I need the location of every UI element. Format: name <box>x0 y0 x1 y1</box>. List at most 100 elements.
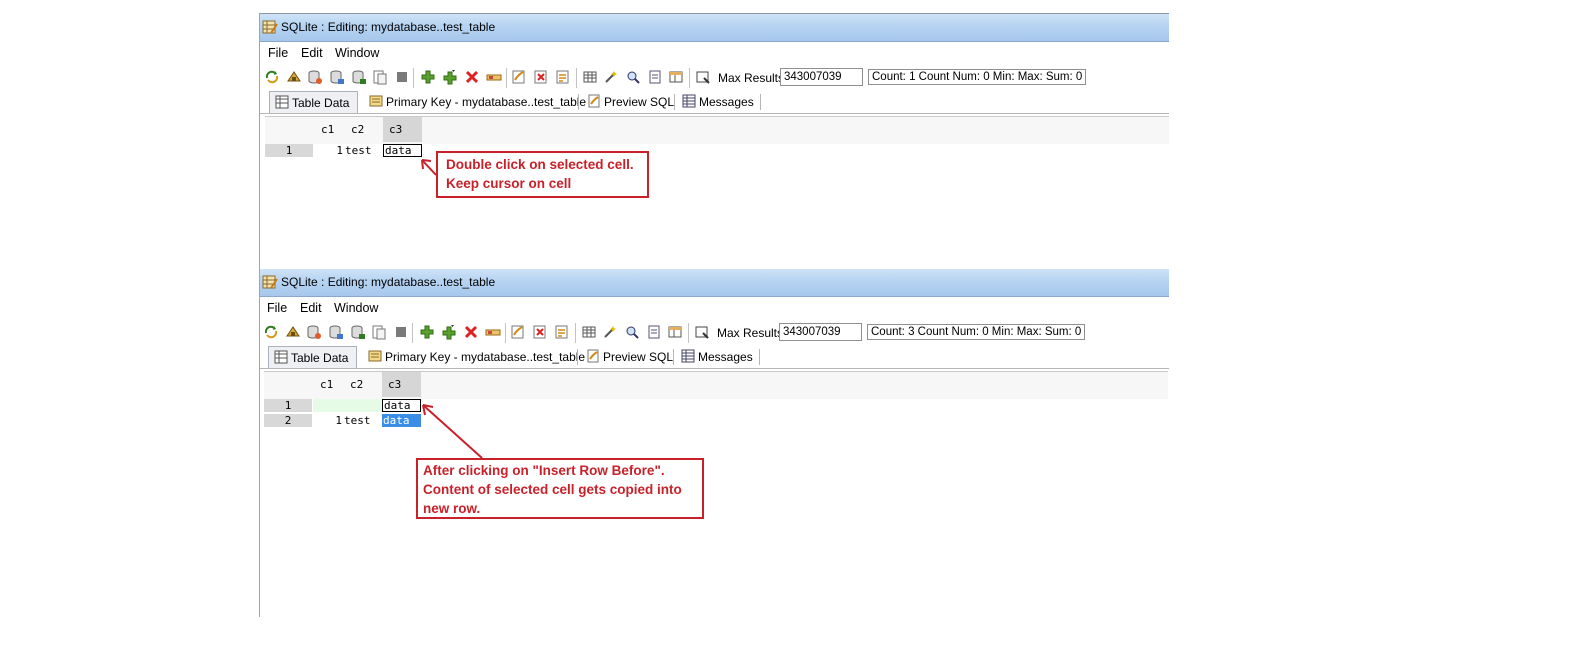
window-titlebar[interactable]: SQLite : Editing: mydatabase..test_table <box>260 269 1169 297</box>
cell-c2[interactable]: test <box>343 414 382 427</box>
stop-icon[interactable] <box>394 69 410 85</box>
menu-bar: File Edit Window <box>260 44 1169 64</box>
reload-icon[interactable] <box>285 324 301 340</box>
count-status: Count: 3 Count Num: 0 Min: Max: Sum: 0 <box>867 324 1086 340</box>
sort-icon[interactable] <box>533 69 549 85</box>
layout-icon[interactable] <box>667 324 683 340</box>
db-connect-icon[interactable] <box>307 69 323 85</box>
table-icon <box>275 95 289 109</box>
options-icon[interactable] <box>695 69 711 85</box>
delete-row-icon[interactable] <box>463 324 479 340</box>
db-save-icon[interactable] <box>351 69 367 85</box>
wand-icon[interactable] <box>603 69 619 85</box>
query-icon[interactable] <box>625 69 641 85</box>
menu-edit[interactable]: Edit <box>301 46 323 60</box>
window-titlebar[interactable]: SQLite : Editing: mydatabase..test_table <box>260 14 1169 42</box>
menu-window[interactable]: Window <box>335 46 379 60</box>
tab-preview-sql[interactable]: Preview SQL <box>581 346 674 367</box>
tab-label: Primary Key - mydatabase..test_table <box>386 95 587 109</box>
cell-c2[interactable]: test <box>344 144 383 157</box>
tab-table-data[interactable]: Table Data <box>269 91 358 113</box>
menu-window[interactable]: Window <box>334 301 378 315</box>
cell-c2[interactable] <box>343 399 382 412</box>
column-header-c2[interactable]: c2 <box>345 117 383 142</box>
filter-icon[interactable] <box>511 69 527 85</box>
edit-row-icon[interactable] <box>486 69 502 85</box>
sqlite-editor-window-1: SQLite : Editing: mydatabase..test_table… <box>259 13 1169 270</box>
refresh-icon[interactable] <box>264 69 280 85</box>
editor-tabs: Table Data Primary Key - mydatabase..tes… <box>260 91 1169 114</box>
options-icon[interactable] <box>694 324 710 340</box>
tab-label: Primary Key - mydatabase..test_table <box>385 350 586 364</box>
grid-icon[interactable] <box>582 69 598 85</box>
toolbar: Max Results: Count: 3 Count Num: 0 Min: … <box>260 322 1169 344</box>
column-header-c1[interactable]: c1 <box>314 372 342 397</box>
column-header-c2[interactable]: c2 <box>344 372 382 397</box>
tab-label: Preview SQL <box>604 95 675 109</box>
tab-label: Preview SQL <box>603 350 674 364</box>
callout-insert-row-before: After clicking on "Insert Row Before". C… <box>416 458 704 519</box>
preview-sql-icon <box>587 349 599 363</box>
toolbar: Max Results: Count: 1 Count Num: 0 Min: … <box>260 67 1169 89</box>
db-disconnect-icon[interactable] <box>329 69 345 85</box>
insert-row-before-icon[interactable] <box>441 324 457 340</box>
max-results-label: Max Results: <box>718 71 788 85</box>
menu-file[interactable]: File <box>268 46 288 60</box>
max-results-input[interactable] <box>779 323 862 341</box>
form-icon[interactable] <box>647 69 663 85</box>
wand-icon[interactable] <box>602 324 618 340</box>
row-header[interactable]: 2 <box>264 414 312 427</box>
app-icon <box>262 20 278 34</box>
app-icon <box>262 275 278 289</box>
cell-c3-editing[interactable]: data <box>382 399 421 412</box>
column-header-c1[interactable]: c1 <box>315 117 343 142</box>
max-results-input[interactable] <box>780 68 863 86</box>
menu-edit[interactable]: Edit <box>300 301 322 315</box>
tab-label: Messages <box>699 95 754 109</box>
tab-messages[interactable]: Messages <box>677 91 757 112</box>
add-row-icon[interactable] <box>419 324 435 340</box>
cell-c1[interactable] <box>313 399 343 412</box>
edit-row-icon[interactable] <box>485 324 501 340</box>
cell-c3-editing[interactable]: data <box>383 144 422 157</box>
filter-icon[interactable] <box>510 324 526 340</box>
messages-icon <box>682 94 696 108</box>
cell-c3-selected[interactable]: data <box>382 414 421 427</box>
window-title: SQLite : Editing: mydatabase..test_table <box>281 20 496 34</box>
row-header[interactable]: 1 <box>265 144 313 157</box>
db-export-icon[interactable] <box>372 69 388 85</box>
db-disconnect-icon[interactable] <box>328 324 344 340</box>
column-header-c3[interactable]: c3 <box>383 117 422 142</box>
tab-messages[interactable]: Messages <box>676 346 756 367</box>
cell-c1[interactable]: 1 <box>314 144 344 157</box>
add-row-icon[interactable] <box>420 69 436 85</box>
db-connect-icon[interactable] <box>306 324 322 340</box>
db-export-icon[interactable] <box>371 324 387 340</box>
tab-primary-key[interactable]: Primary Key - mydatabase..test_table <box>363 346 585 367</box>
sort-icon[interactable] <box>532 324 548 340</box>
stop-icon[interactable] <box>393 324 409 340</box>
column-header-c3[interactable]: c3 <box>382 372 421 397</box>
refresh-icon[interactable] <box>263 324 279 340</box>
find-icon[interactable] <box>554 324 570 340</box>
table-icon <box>274 350 288 364</box>
cell-c1[interactable]: 1 <box>313 414 343 427</box>
messages-icon <box>681 349 695 363</box>
grid-icon[interactable] <box>581 324 597 340</box>
find-icon[interactable] <box>555 69 571 85</box>
reload-icon[interactable] <box>286 69 302 85</box>
tab-primary-key[interactable]: Primary Key - mydatabase..test_table <box>364 91 586 112</box>
tab-table-data[interactable]: Table Data <box>268 346 357 368</box>
menu-file[interactable]: File <box>267 301 287 315</box>
form-icon[interactable] <box>646 324 662 340</box>
menu-bar: File Edit Window <box>260 299 1169 319</box>
delete-row-icon[interactable] <box>464 69 480 85</box>
db-save-icon[interactable] <box>350 324 366 340</box>
row-header[interactable]: 1 <box>264 399 312 412</box>
insert-row-before-icon[interactable] <box>442 69 458 85</box>
max-results-label: Max Results: <box>717 326 787 340</box>
layout-icon[interactable] <box>668 69 684 85</box>
query-icon[interactable] <box>624 324 640 340</box>
editor-tabs: Table Data Primary Key - mydatabase..tes… <box>260 346 1169 369</box>
tab-preview-sql[interactable]: Preview SQL <box>582 91 675 112</box>
